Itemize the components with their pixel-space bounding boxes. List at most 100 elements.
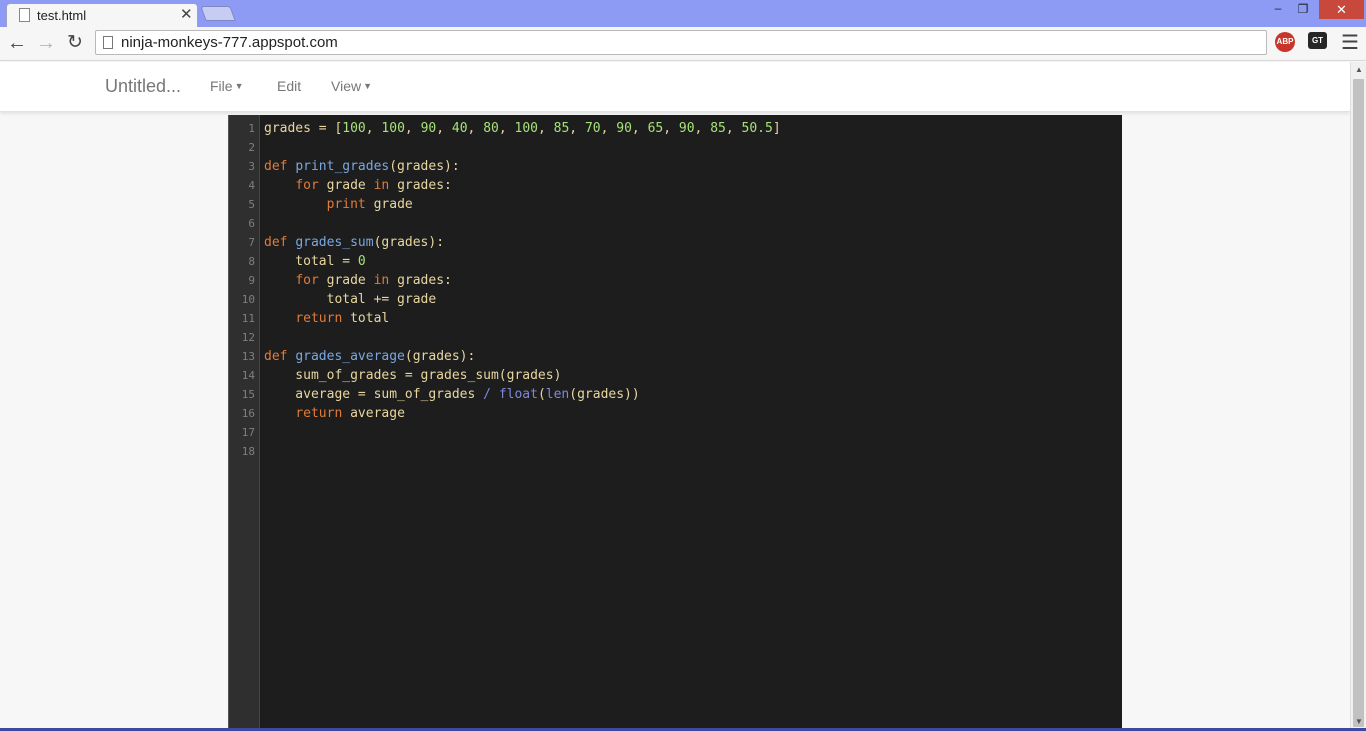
code-token: grades_average: [295, 349, 405, 364]
code-token: 70: [584, 121, 601, 136]
code-token: ,: [365, 121, 382, 136]
code-token: total: [342, 311, 390, 326]
line-number: 9: [248, 274, 255, 287]
code-token: grade: [318, 273, 374, 288]
code-token: total =: [264, 254, 358, 269]
back-arrow-icon[interactable]: ←: [5, 31, 29, 55]
maximize-button[interactable]: ❐: [1291, 2, 1315, 22]
code-line[interactable]: [264, 138, 1114, 157]
code-token: ]: [772, 121, 781, 136]
code-token: (grades):: [373, 235, 445, 250]
translate-extension-icon[interactable]: GT: [1308, 32, 1327, 49]
code-token: (grades):: [389, 159, 460, 174]
code-token: ,: [663, 121, 679, 136]
address-bar[interactable]: ninja-monkeys-777.appspot.com: [95, 30, 1267, 55]
code-token: 85: [710, 121, 726, 136]
menu-file-label: File: [210, 78, 233, 94]
code-token: 40: [451, 121, 468, 136]
code-token: (grades)): [569, 387, 640, 402]
code-token: 50.5: [741, 121, 773, 136]
scroll-up-arrow-icon[interactable]: ▲: [1351, 62, 1366, 78]
code-token: grades_sum: [295, 235, 374, 250]
code-token: def: [264, 349, 296, 364]
caret-down-icon: ▼: [363, 81, 373, 91]
url-text[interactable]: ninja-monkeys-777.appspot.com: [121, 34, 338, 51]
code-token: return: [295, 311, 343, 326]
code-line[interactable]: def grades_sum(grades):: [264, 233, 1114, 252]
code-editor[interactable]: 1 2 3 4 5 6 7 8 9 10 11 12 13 14 15 16 17 18 grades = [10…: [228, 115, 1122, 731]
code-line[interactable]: print grade: [264, 195, 1114, 214]
code-line[interactable]: [264, 328, 1114, 347]
menu-edit[interactable]: Edit: [277, 78, 301, 94]
browser-tab[interactable]: test.html ✕: [6, 3, 198, 27]
line-number: 6: [248, 217, 255, 230]
line-number: 8: [248, 255, 255, 268]
document-title[interactable]: Untitled...: [105, 76, 181, 97]
line-number: 11: [241, 312, 255, 325]
code-line[interactable]: return average: [264, 404, 1114, 423]
code-token: len: [545, 387, 570, 402]
code-token: ,: [436, 121, 452, 136]
scroll-thumb[interactable]: [1353, 79, 1364, 727]
code-token: print_grades: [295, 159, 390, 174]
code-line[interactable]: total += grade: [264, 290, 1114, 309]
new-tab-button[interactable]: [200, 6, 236, 21]
adblock-extension-icon[interactable]: ABP: [1275, 32, 1295, 52]
code-token: for: [295, 273, 319, 288]
code-token: ,: [569, 121, 585, 136]
hamburger-menu-icon[interactable]: ☰: [1340, 31, 1360, 55]
reload-icon[interactable]: ↻: [63, 31, 87, 55]
code-token: ,: [694, 121, 711, 136]
code-line[interactable]: [264, 423, 1114, 442]
close-window-button[interactable]: ✕: [1319, 0, 1364, 19]
code-token: grades = [: [264, 121, 343, 136]
line-number: 2: [248, 141, 255, 154]
code-line[interactable]: for grade in grades:: [264, 271, 1114, 290]
code-token: 100: [381, 121, 405, 136]
menu-file[interactable]: File ▼: [210, 78, 243, 94]
forward-arrow-icon[interactable]: →: [34, 31, 58, 55]
code-content[interactable]: grades = [100, 100, 90, 40, 80, 100, 85,…: [264, 119, 1114, 461]
code-token: /: [483, 387, 491, 402]
line-number: 12: [241, 331, 255, 344]
page-icon: [19, 8, 30, 22]
minimize-button[interactable]: ‒: [1266, 1, 1290, 21]
code-line[interactable]: def grades_average(grades):: [264, 347, 1114, 366]
code-token: sum_of_grades = grades_sum(grades): [264, 368, 562, 383]
menu-view[interactable]: View ▼: [331, 78, 372, 94]
code-token: 85: [553, 121, 570, 136]
code-line[interactable]: [264, 214, 1114, 233]
line-number: 17: [241, 426, 255, 439]
code-token: 100: [342, 121, 366, 136]
code-token: 90: [616, 121, 632, 136]
code-token: grade: [365, 197, 413, 212]
line-number: 10: [241, 293, 255, 306]
code-line[interactable]: total = 0: [264, 252, 1114, 271]
code-token: 100: [514, 121, 538, 136]
close-tab-icon[interactable]: ✕: [180, 5, 193, 23]
code-token: grades:: [389, 178, 452, 193]
code-line[interactable]: grades = [100, 100, 90, 40, 80, 100, 85,…: [264, 119, 1114, 138]
code-line[interactable]: return total: [264, 309, 1114, 328]
code-line[interactable]: average = sum_of_grades / float(len(grad…: [264, 385, 1114, 404]
code-token: ,: [631, 121, 648, 136]
code-line[interactable]: sum_of_grades = grades_sum(grades): [264, 366, 1114, 385]
code-token: total += grade: [264, 292, 437, 307]
page-icon: [103, 36, 113, 49]
page-scrollbar[interactable]: ▲ ▼: [1350, 62, 1366, 731]
code-token: ,: [467, 121, 484, 136]
code-token: ,: [537, 121, 554, 136]
code-token: 90: [678, 121, 695, 136]
code-line[interactable]: def print_grades(grades):: [264, 157, 1114, 176]
code-line[interactable]: for grade in grades:: [264, 176, 1114, 195]
code-token: 65: [647, 121, 664, 136]
line-number: 4: [248, 179, 255, 192]
code-token: print: [326, 197, 366, 212]
code-line[interactable]: [264, 442, 1114, 461]
code-token: (: [537, 387, 546, 402]
caret-down-icon: ▼: [234, 81, 244, 91]
